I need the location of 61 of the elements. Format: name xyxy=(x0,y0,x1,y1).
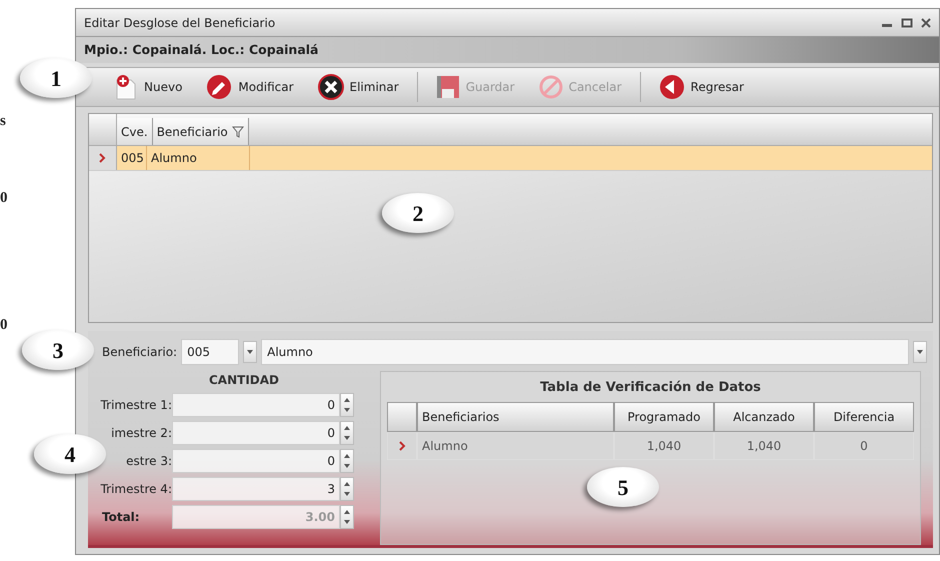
number-field[interactable]: 0 xyxy=(172,449,340,473)
column-header[interactable]: Beneficiario xyxy=(152,118,249,145)
name-combo[interactable]: Alumno xyxy=(261,339,909,365)
spin-arrows-icon[interactable] xyxy=(343,452,351,470)
close-icon xyxy=(318,74,344,100)
callout-badge: 1 xyxy=(20,58,92,98)
margin-text: s xyxy=(0,112,6,131)
column-header[interactable]: Programado xyxy=(614,402,714,432)
table-cell: 1,040 xyxy=(714,432,814,460)
location-title: Mpio.: Copainalá. Loc.: Copainalá xyxy=(76,37,939,63)
number-field[interactable]: 0 xyxy=(172,421,340,445)
spin-buttons[interactable] xyxy=(340,477,354,501)
table-cell: 0 xyxy=(814,432,914,460)
toolbar-button[interactable]: Regresar xyxy=(648,72,754,102)
spin-buttons[interactable] xyxy=(340,449,354,473)
caret-icon[interactable] xyxy=(247,350,254,354)
field-label: estre 3: xyxy=(126,453,172,470)
pencil-icon xyxy=(206,74,232,100)
margin-text: 0 xyxy=(0,316,8,335)
table-cell: 005 xyxy=(117,146,147,170)
table-cell: Alumno xyxy=(147,146,250,170)
number-field[interactable]: 3 xyxy=(172,477,340,501)
column-header[interactable]: Alcanzado xyxy=(714,402,814,432)
section-title: CANTIDAD xyxy=(208,372,280,389)
toolbar-button[interactable]: Nuevo xyxy=(104,72,192,102)
number-field[interactable]: 0 xyxy=(172,393,340,417)
field-label: Trimestre 1: xyxy=(100,397,172,414)
field-label: Beneficiario: xyxy=(102,344,178,361)
spin-arrows-icon[interactable] xyxy=(343,396,351,414)
margin-text: 0 xyxy=(0,189,8,208)
field-label: Total: xyxy=(102,509,140,526)
spin-buttons[interactable] xyxy=(340,393,354,417)
spin-arrows-icon[interactable] xyxy=(343,424,351,442)
field-label: imestre 2: xyxy=(111,425,172,442)
callout-badge: 4 xyxy=(34,434,106,474)
caret-icon[interactable] xyxy=(917,350,923,354)
toolbar-button[interactable]: Eliminar xyxy=(308,72,409,102)
callout-badge: 3 xyxy=(22,330,94,370)
spin-arrows-icon[interactable] xyxy=(343,508,351,526)
table-row[interactable]: 005 Alumno xyxy=(89,146,932,171)
filter-icon[interactable] xyxy=(232,126,244,138)
code-combo[interactable]: 005 xyxy=(181,339,240,365)
column-header[interactable]: Diferencia xyxy=(814,402,914,432)
spin-buttons[interactable] xyxy=(340,421,354,445)
table-cell: Alumno xyxy=(417,432,614,460)
section-title: Tabla de Verificación de Datos xyxy=(540,379,761,397)
dropdown-button[interactable] xyxy=(913,341,927,363)
table-cell: 1,040 xyxy=(614,432,714,460)
field-label: Trimestre 4: xyxy=(100,481,172,498)
toolbar-button[interactable]: Modificar xyxy=(196,72,304,102)
spin-arrows-icon[interactable] xyxy=(343,480,351,498)
prohibited-icon xyxy=(538,75,563,99)
close-icon[interactable] xyxy=(921,18,931,28)
spin-buttons[interactable] xyxy=(340,505,354,529)
window-title: Editar Desglose del Beneficiario xyxy=(84,14,276,32)
header-corner xyxy=(387,402,417,432)
maximize-icon[interactable] xyxy=(901,18,913,28)
new-document-icon xyxy=(114,74,138,100)
column-header[interactable]: Beneficiarios xyxy=(417,402,614,432)
column-header[interactable]: Cve. xyxy=(117,118,153,145)
dropdown-button[interactable] xyxy=(243,341,258,363)
